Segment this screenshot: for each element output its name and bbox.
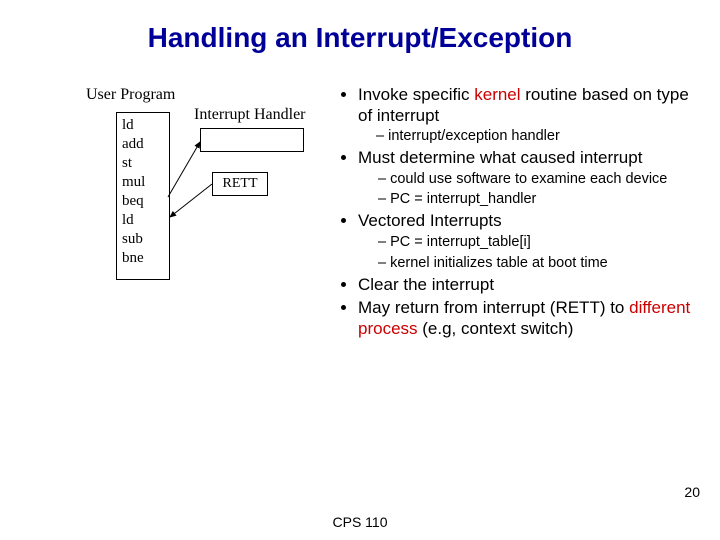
bullet-invoke: Invoke specific kernel routine based on … (358, 84, 700, 145)
sub-bullet: kernel initializes table at boot time (378, 254, 700, 272)
sub-bullet: PC = interrupt_handler (378, 190, 700, 208)
text: May return from interrupt (RETT) to (358, 298, 629, 317)
bullet-list: Invoke specific kernel routine based on … (340, 84, 700, 341)
bullet-return: May return from interrupt (RETT) to diff… (358, 297, 700, 340)
page-number: 20 (684, 484, 700, 500)
text: (e.g, context switch) (418, 319, 574, 338)
slide: Handling an Interrupt/Exception User Pro… (0, 0, 720, 540)
text-kernel: kernel (474, 85, 520, 104)
bullet-clear: Clear the interrupt (358, 274, 700, 295)
course-footer: CPS 110 (0, 514, 720, 530)
sub-bullet: PC = interrupt_table[i] (378, 233, 700, 251)
sub-bullet: could use software to examine each devic… (378, 170, 700, 188)
sub-bullet: interrupt/exception handler (376, 127, 700, 145)
text: Invoke specific (358, 85, 474, 104)
bullet-determine: Must determine what caused interrupt (358, 147, 700, 168)
bullet-vectored: Vectored Interrupts (358, 210, 700, 231)
